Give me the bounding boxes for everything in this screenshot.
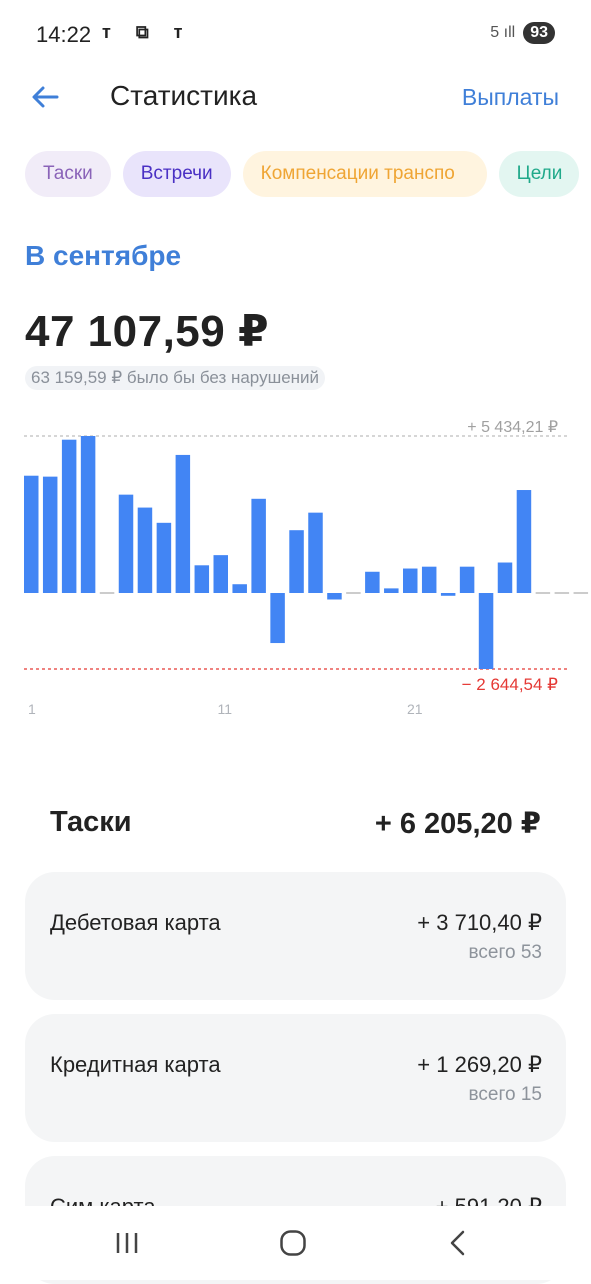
back-button[interactable]: [28, 80, 62, 114]
x-tick-label: 21: [407, 701, 423, 717]
list-item-debit-card[interactable]: Дебетовая карта + 3 710,40 ₽ всего 53: [25, 872, 566, 1000]
item-amount: + 3 710,40 ₽: [417, 910, 542, 935]
chart-bar: [308, 512, 323, 593]
x-tick-label: 1: [28, 701, 36, 717]
chart-bar: [289, 530, 304, 593]
chart-bar: [251, 498, 266, 593]
daily-earnings-chart[interactable]: + 5 434,21 ₽− 2 644,54 ₽1 11 21: [0, 410, 591, 720]
chart-bar: [137, 507, 153, 593]
chart-bar: [24, 475, 39, 593]
chart-bar: [403, 568, 418, 593]
item-count: всего 15: [468, 1084, 542, 1105]
chart-bar: [421, 566, 437, 593]
chart-bar: [478, 593, 494, 669]
item-label: Дебетовая карта: [50, 910, 221, 935]
chart-bar: [365, 571, 380, 593]
section-total: + 6 205,20 ₽: [374, 808, 541, 840]
list-item-credit-card[interactable]: Кредитная карта + 1 269,20 ₽ всего 15: [25, 1014, 566, 1142]
home-icon: [280, 1230, 306, 1256]
chart-bar: [327, 593, 342, 600]
back-nav-button[interactable]: [428, 1218, 488, 1268]
tab-tasks[interactable]: Таски: [25, 151, 111, 197]
status-right: 5 ıll 93: [490, 22, 555, 44]
chart-bar: [384, 588, 399, 593]
chart-bar: [516, 490, 532, 593]
payouts-link[interactable]: Выплаты: [462, 84, 559, 111]
chart-bar: [156, 522, 172, 593]
chart-bar: [213, 555, 228, 593]
recents-icon: [116, 1233, 138, 1253]
recents-button[interactable]: [97, 1218, 157, 1268]
total-amount: 47 107,59 ₽: [25, 307, 270, 356]
chart-bar: [61, 439, 77, 593]
chart-bar: [194, 565, 210, 593]
chart-bar: [232, 584, 247, 593]
category-tabs: Таски Встречи Компенсации транспо Цели: [25, 151, 579, 197]
signal-icon: 5 ıll: [490, 24, 516, 41]
page-title: Статистика: [110, 80, 258, 111]
min-label: − 2 644,54 ₽: [462, 675, 559, 694]
status-time: 14:22: [36, 22, 92, 47]
item-label: Кредитная карта: [50, 1052, 221, 1077]
chart-bar: [459, 566, 475, 593]
chart-bar: [80, 436, 96, 593]
chart-bar: [497, 562, 513, 593]
max-label: + 5 434,21 ₽: [467, 419, 558, 436]
tab-goals[interactable]: Цели: [498, 151, 579, 197]
item-count: всего 53: [468, 942, 542, 963]
chart-bar: [175, 454, 191, 593]
x-tick-label: 11: [218, 701, 233, 717]
back-chevron-icon: [450, 1230, 465, 1256]
section-title: Таски: [50, 806, 132, 838]
without-violations-note: 63 159,59 ₽ было бы без нарушений: [25, 366, 326, 390]
chart-bar: [440, 593, 456, 596]
status-notification-icons: т ⧉ т: [102, 22, 193, 42]
battery-badge: 93: [523, 22, 555, 44]
chart-bar: [42, 476, 58, 593]
chart-bar: [270, 593, 285, 644]
tab-transport-compensation[interactable]: Компенсации транспо: [242, 151, 487, 197]
arrow-left-icon: [32, 86, 59, 108]
home-button[interactable]: [263, 1218, 323, 1268]
item-amount: + 1 269,20 ₽: [417, 1052, 542, 1077]
tab-meetings[interactable]: Встречи: [122, 151, 231, 197]
chart-bar: [118, 494, 134, 593]
month-title: В сентябре: [25, 240, 182, 271]
